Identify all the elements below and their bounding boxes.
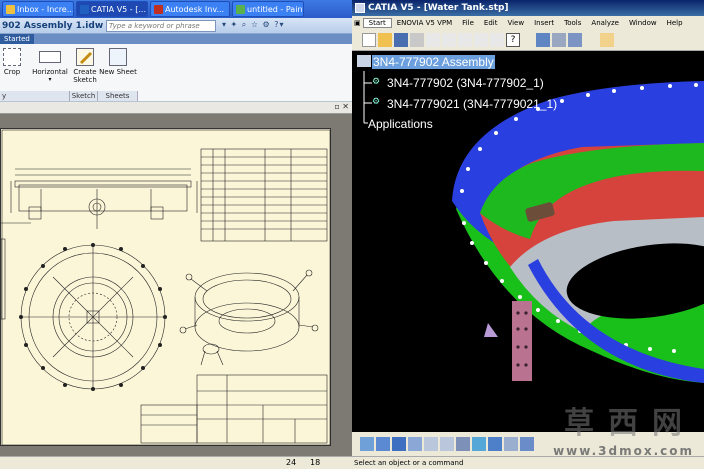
- catia-standard-toolbar: ?: [352, 29, 704, 51]
- hide-show-icon[interactable]: [552, 32, 566, 47]
- hide-show-icon[interactable]: [504, 437, 518, 451]
- inventor-title-bar: 902 Assembly 1.idw Type a keyword or phr…: [0, 18, 355, 34]
- crop-icon: [3, 48, 21, 66]
- zoom-in-icon[interactable]: [424, 437, 438, 451]
- undo-icon[interactable]: [474, 32, 488, 47]
- document-tab-bar: ▫ ✕: [0, 102, 355, 114]
- new-sheet-icon: [109, 48, 127, 66]
- product-icon: ⚙: [372, 97, 381, 107]
- desktop: Inbox - Incre... CATIA V5 - [... Autodes…: [0, 0, 704, 469]
- new-sheet-label: New Sheet: [99, 68, 137, 76]
- tree-node-part-1[interactable]: 3N4-777902 (3N4-777902_1): [387, 76, 544, 90]
- product-icon: ⚙: [372, 77, 381, 87]
- menu-icon: ▣: [354, 18, 361, 27]
- create-sketch-button[interactable]: Create Sketch: [70, 48, 100, 84]
- chevron-down-icon: ▾: [48, 76, 52, 83]
- menu-help[interactable]: Help: [662, 19, 688, 27]
- cut-icon[interactable]: [426, 32, 440, 47]
- menu-enovia[interactable]: ENOVIA V5 VPM: [392, 19, 457, 27]
- catia-3d-viewport[interactable]: 3N4-777902 Assembly ⚙ 3N4-777902 (3N4-77…: [352, 51, 704, 432]
- catia-menu-bar: ▣ Start ENOVIA V5 VPM File Edit View Ins…: [352, 16, 704, 29]
- menu-tools[interactable]: Tools: [559, 19, 586, 27]
- rotate-icon[interactable]: [408, 437, 422, 451]
- pan-icon[interactable]: [392, 437, 406, 451]
- horizontal-align-icon: [39, 51, 61, 63]
- whats-this-icon[interactable]: ?: [506, 32, 520, 47]
- tab-get-started[interactable]: Started: [0, 34, 34, 44]
- taskbar-item-label: Inbox - Incre...: [17, 4, 74, 14]
- swap-visible-space-icon[interactable]: [536, 32, 550, 47]
- catia-app-icon: [355, 3, 365, 13]
- ribbon-group-sketch: Sketch: [70, 91, 98, 101]
- help-tools-icons[interactable]: ▾ ✦ ⌕ ☆ ⚙ ?▾: [222, 20, 285, 30]
- taskbar-item-paint[interactable]: untitled - Paint: [232, 1, 304, 17]
- shading-icon[interactable]: [488, 437, 502, 451]
- print-icon[interactable]: [410, 32, 424, 47]
- ribbon-group-sheets: Sheets: [98, 91, 138, 101]
- crop-label: Crop: [3, 68, 21, 76]
- horizontal-label: Horizontal: [32, 68, 68, 76]
- taskbar-item-inbox[interactable]: Inbox - Incre...: [2, 1, 74, 17]
- menu-insert[interactable]: Insert: [529, 19, 559, 27]
- normal-view-icon[interactable]: [456, 437, 470, 451]
- watermark-url: www.3dmox.com: [553, 444, 694, 458]
- menu-window[interactable]: Window: [624, 19, 662, 27]
- menu-file[interactable]: File: [457, 19, 479, 27]
- catia-icon: [80, 4, 89, 14]
- catia-title-bar: CATIA V5 - [Water Tank.stp]: [352, 0, 704, 16]
- create-sketch-label-1: Create: [73, 68, 97, 76]
- taskbar-item-label: CATIA V5 - [...: [91, 4, 146, 14]
- taskbar: Inbox - Incre... CATIA V5 - [... Autodes…: [0, 0, 355, 18]
- inventor-status-bar: 24 18: [0, 456, 355, 469]
- tree-root-assembly[interactable]: 3N4-777902 Assembly: [372, 55, 495, 69]
- paste-icon[interactable]: [458, 32, 472, 47]
- mail-icon: [6, 4, 15, 14]
- ribbon: Crop Horizontal ▾ Create Sketch New Shee…: [0, 44, 355, 102]
- isometric-view-icon[interactable]: [472, 437, 486, 451]
- menu-view[interactable]: View: [502, 19, 529, 27]
- swap-space-icon[interactable]: [520, 437, 534, 451]
- pencil-sketch-icon: [76, 48, 94, 66]
- ribbon-tab-bar: Started: [0, 34, 355, 44]
- new-file-icon[interactable]: [362, 32, 376, 47]
- window-controls[interactable]: ▫ ✕: [334, 102, 349, 111]
- tree-node-part-2[interactable]: 3N4-7779021 (3N4-7779021_1): [387, 97, 557, 111]
- taskbar-item-catia[interactable]: CATIA V5 - [...: [76, 1, 148, 17]
- menu-edit[interactable]: Edit: [479, 19, 503, 27]
- new-sheet-button[interactable]: New Sheet: [99, 48, 137, 76]
- paint-icon: [236, 4, 245, 14]
- tree-node-applications[interactable]: Applications: [368, 117, 433, 131]
- select-pointer-icon[interactable]: [600, 32, 614, 47]
- redo-icon[interactable]: [490, 32, 504, 47]
- copy-icon[interactable]: [442, 32, 456, 47]
- create-sketch-label-2: Sketch: [73, 76, 97, 84]
- horizontal-button[interactable]: Horizontal ▾: [28, 48, 72, 83]
- zoom-out-icon[interactable]: [440, 437, 454, 451]
- taskbar-item-inventor[interactable]: Autodesk Inv...: [150, 1, 230, 17]
- menu-analyze[interactable]: Analyze: [586, 19, 624, 27]
- taskbar-item-label: untitled - Paint: [247, 4, 304, 14]
- save-icon[interactable]: [394, 32, 408, 47]
- menu-start[interactable]: Start: [362, 17, 392, 28]
- watermark-text: 草西网: [564, 406, 696, 441]
- status-count-1: 24: [286, 458, 297, 467]
- open-folder-icon[interactable]: [378, 32, 392, 47]
- inventor-drawing-area: ▫ ✕: [0, 102, 355, 456]
- fit-all-icon[interactable]: [376, 437, 390, 451]
- help-search-input[interactable]: Type a keyword or phrase: [106, 20, 216, 32]
- grid-icon[interactable]: [568, 32, 582, 47]
- ribbon-group-views: y: [0, 91, 70, 101]
- status-count-2: 18: [310, 458, 321, 467]
- catia-window-title: CATIA V5 - [Water Tank.stp]: [368, 3, 509, 13]
- drawing-views: [1, 129, 331, 446]
- inventor-icon: [154, 4, 163, 14]
- fly-mode-icon[interactable]: [360, 437, 374, 451]
- drawing-sheet[interactable]: [0, 128, 331, 446]
- taskbar-item-label: Autodesk Inv...: [165, 4, 225, 14]
- inventor-document-title: 902 Assembly 1.idw: [2, 20, 104, 31]
